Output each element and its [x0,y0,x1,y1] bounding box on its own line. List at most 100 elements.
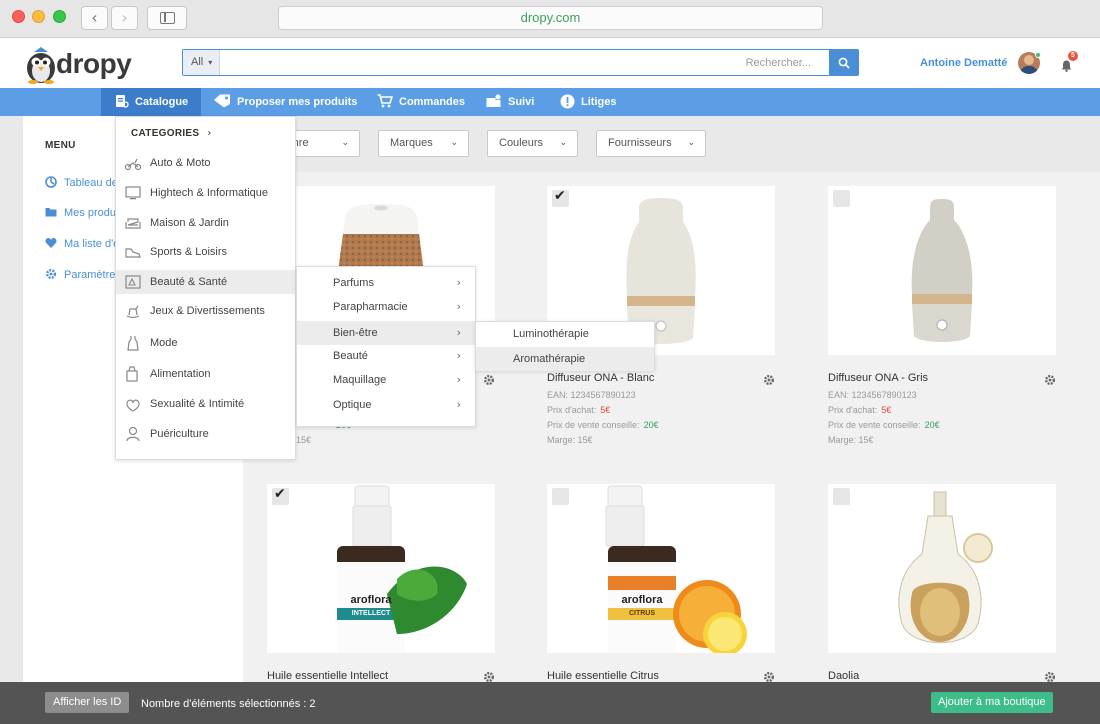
product-settings-gear-icon[interactable] [1044,373,1056,385]
browser-sidebar-button[interactable] [147,6,187,30]
filter-marques[interactable]: Marques ⌄ [378,130,469,157]
nav-catalogue[interactable]: Catalogue [101,88,201,116]
product-sell-price: Prix de vente conseille: 20€ [547,420,659,430]
category-puericulture[interactable]: Puériculture [116,422,295,446]
category-hightech[interactable]: Hightech & Informatique [116,181,295,205]
product-margin: Marge: 15€ [828,435,874,445]
chevron-right-icon: › [456,349,461,362]
subcategories-dropdown: Parfums › Parapharmacie › Bien-être › Beaut… [296,266,476,427]
tag-icon [214,94,230,108]
nav-litiges-label: Litiges [581,96,617,109]
category-sexualite[interactable]: Sexualité & Intimité [116,392,295,416]
nav-commandes[interactable]: Commandes [377,88,465,116]
search-category-select[interactable]: All ▾ [183,50,220,75]
logo[interactable]: dropy [24,44,134,84]
monitor-icon [125,186,141,200]
search-button[interactable] [829,50,858,75]
sidebar-item-settings-label: Paramètres [64,269,121,281]
logo-text: dropy [56,48,132,79]
category-label: Alimentation [150,368,211,380]
subcategory-beaute[interactable]: Beauté › [297,344,475,368]
product-image[interactable] [828,186,1056,355]
chevron-down-icon: ▾ [208,58,213,67]
nav-catalogue-label: Catalogue [135,96,189,109]
chevron-right-icon: › [456,276,461,289]
nav-suivi[interactable]: Suivi [486,88,534,116]
product-name[interactable]: Diffuseur ONA - Blanc [547,372,654,384]
product-settings-gear-icon[interactable] [763,373,775,385]
subcategory-maquillage[interactable]: Maquillage › [297,368,475,392]
citrus-variant-text: CITRUS [628,610,656,617]
product-name[interactable]: Huile essentielle Citrus [547,670,659,682]
filter-couleurs[interactable]: Couleurs ⌄ [487,130,578,157]
product-settings-gear-icon[interactable] [763,670,775,682]
subsubcategory-aromatherapie[interactable]: Aromathérapie [476,347,654,371]
categories-dropdown: CATEGORIES › Auto & Moto Hightech & Infor… [115,116,296,460]
sidebar-item-settings[interactable]: Paramètres [45,268,121,281]
sofa-icon [125,218,141,229]
product-settings-gear-icon[interactable] [1044,670,1056,682]
categories-title: CATEGORIES › [131,128,212,139]
notification-badge: 5 [1068,51,1078,61]
browser-forward-button[interactable]: › [111,6,138,30]
category-jeux[interactable]: Jeux & Divertissements [116,299,295,323]
penguin-logo-icon [27,47,55,84]
bottom-action-bar: Afficher les ID Nombre d'éléments sélect… [0,682,1100,724]
product-name[interactable]: Diffuseur ONA - Gris [828,372,928,384]
chevron-right-icon: › [456,300,461,313]
nav-propose-products-label: Proposer mes produits [237,96,358,109]
filter-marques-label: Marques [390,137,433,149]
show-ids-button[interactable]: Afficher les ID [45,692,130,713]
product-image[interactable] [828,484,1056,653]
product-image[interactable]: aroflora INTELLECT [267,484,495,653]
grey-diffuser-image [911,199,973,342]
folder-icon [45,208,57,217]
search-input[interactable] [223,51,821,74]
nav-litiges[interactable]: Litiges [560,88,616,116]
category-maison-jardin[interactable]: Maison & Jardin [116,211,295,235]
subcategory-parfums[interactable]: Parfums › [297,271,475,295]
subcategory-bien-etre[interactable]: Bien-être › [297,321,475,345]
daolia-diffuser-image [898,491,993,644]
category-beaute-sante[interactable]: Beauté & Santé [116,270,295,294]
subcategory-optique[interactable]: Optique › [297,393,475,417]
user-name[interactable]: Antoine Dematté [920,57,1007,69]
minimize-window-button[interactable] [32,10,45,23]
category-auto-moto[interactable]: Auto & Moto [116,151,295,175]
browser-back-button[interactable]: ‹ [81,6,108,30]
category-sports-loisirs[interactable]: Sports & Loisirs [116,240,295,264]
product-name[interactable]: Huile essentielle Intellect [267,670,388,682]
chevron-right-icon: › [121,8,128,27]
subsubcategory-luminotherapie[interactable]: Luminothérapie [476,322,654,346]
chevron-down-icon: ⌄ [559,138,567,148]
grocery-icon [126,366,138,382]
alert-icon [560,94,575,109]
chevron-right-icon: › [456,373,461,386]
nav-propose-products[interactable]: Proposer mes produits [213,88,357,116]
product-settings-gear-icon[interactable] [483,373,495,385]
subsubcategories-dropdown: Luminothérapie Aromathérapie [475,321,655,371]
filter-fournisseurs[interactable]: Fournisseurs ⌄ [596,130,706,157]
category-mode[interactable]: Mode [116,331,295,355]
chevron-down-icon: ⌄ [687,138,695,148]
subcategory-label: Parapharmacie [333,301,408,313]
product-select-checkbox[interactable] [552,188,569,207]
cart-icon [377,94,393,108]
product-image[interactable]: aroflora CITRUS [547,484,775,653]
product-select-checkbox[interactable] [552,488,569,505]
subcategory-label: Bien-être [333,327,378,339]
maximize-window-button[interactable] [53,10,66,23]
citrus-brand-text: aroflora [621,594,663,606]
subcategory-parapharmacie[interactable]: Parapharmacie › [297,295,475,319]
product-select-checkbox[interactable] [833,488,850,505]
url-bar[interactable]: dropy.com [278,6,823,30]
product-settings-gear-icon[interactable] [483,670,495,682]
product-select-checkbox[interactable] [272,486,289,505]
add-to-shop-button[interactable]: Ajouter à ma boutique [931,692,1053,713]
bell-icon[interactable] [1061,60,1072,72]
scooter-icon [124,158,142,171]
category-alimentation[interactable]: Alimentation [116,362,295,386]
product-name[interactable]: Daolia [828,670,859,682]
close-window-button[interactable] [12,10,25,23]
product-select-checkbox[interactable] [833,190,850,207]
